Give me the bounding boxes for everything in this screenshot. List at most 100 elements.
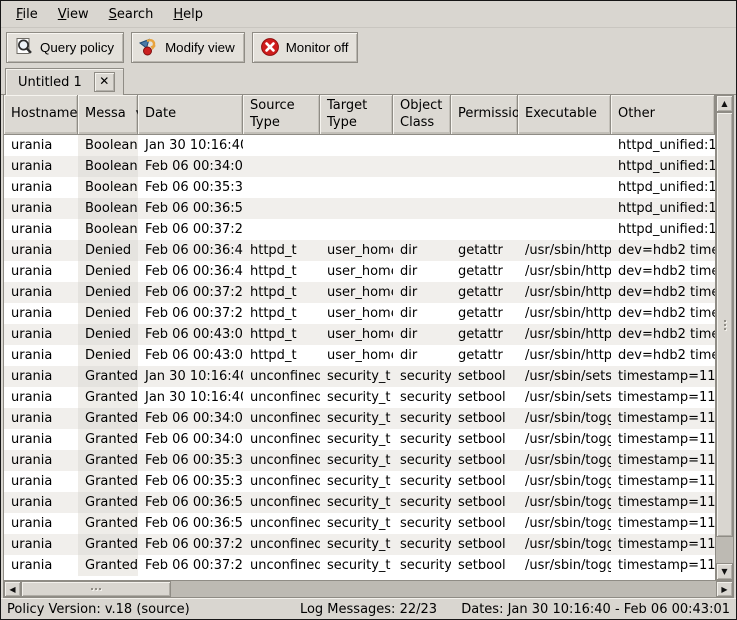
table-row[interactable]: uraniaGrantedJan 30 10:16:40unconfined_s…: [4, 387, 715, 408]
cell-message: Boolean: [78, 219, 138, 240]
horizontal-scroll-thumb[interactable]: [21, 581, 171, 597]
table-row[interactable]: uraniaGrantedFeb 06 00:34:01unconfined_s…: [4, 429, 715, 450]
cell-executable: [518, 156, 611, 177]
cell-hostname: urania: [4, 219, 78, 240]
cell-executable: /usr/sbin/toggle: [518, 429, 611, 450]
column-header-message[interactable]: Messa▼: [78, 95, 138, 135]
cell-message: Denied: [78, 261, 138, 282]
table-row[interactable]: uraniaDeniedFeb 06 00:37:27httpd_tuser_h…: [4, 282, 715, 303]
cell-message: Granted: [78, 450, 138, 471]
cell-target-type: user_home_: [320, 345, 393, 366]
tab-close-icon[interactable]: ✕: [94, 72, 115, 92]
table-row[interactable]: uraniaBooleanFeb 06 00:35:35httpd_unifie…: [4, 177, 715, 198]
cell-date: Feb 06 00:36:56: [138, 513, 243, 534]
cell-permission: setbool: [451, 492, 518, 513]
table-row[interactable]: uraniaGrantedFeb 06 00:35:35unconfined_s…: [4, 450, 715, 471]
menu-search[interactable]: Search: [100, 4, 163, 25]
table-row[interactable]: uraniaDeniedFeb 06 00:36:44httpd_tuser_h…: [4, 240, 715, 261]
table-row[interactable]: uraniaGrantedFeb 06 00:37:25unconfined_s…: [4, 534, 715, 555]
column-header-other[interactable]: Other: [611, 95, 715, 135]
cell-other: httpd_unified:1, h: [611, 156, 715, 177]
vertical-scroll-thumb[interactable]: [716, 112, 733, 537]
cell-permission: setbool: [451, 450, 518, 471]
cell-object-class: dir: [393, 303, 451, 324]
cell-source-type: httpd_t: [243, 324, 320, 345]
table-row[interactable]: uraniaDeniedFeb 06 00:36:44httpd_tuser_h…: [4, 261, 715, 282]
cell-message: Granted: [78, 492, 138, 513]
table-header: Hostname Messa▼ Date Source Type Target …: [4, 95, 715, 135]
cell-hostname: urania: [4, 429, 78, 450]
tab-bar: Untitled 1 ✕: [1, 66, 736, 95]
menu-bar: File View Search Help: [1, 1, 736, 28]
table-row[interactable]: uraniaDeniedFeb 06 00:43:01httpd_tuser_h…: [4, 324, 715, 345]
cell-source-type: unconfined_: [243, 429, 320, 450]
table-row[interactable]: uraniaDeniedFeb 06 00:37:27httpd_tuser_h…: [4, 303, 715, 324]
scroll-left-icon[interactable]: ◀: [4, 581, 21, 597]
cell-executable: /usr/sbin/toggle: [518, 408, 611, 429]
cell-object-class: security: [393, 387, 451, 408]
cell-other: dev=hdb2 timesta: [611, 261, 715, 282]
cell-target-type: [320, 219, 393, 240]
table-row[interactable]: uraniaGrantedFeb 06 00:35:35unconfined_s…: [4, 471, 715, 492]
table-row[interactable]: uraniaGrantedFeb 06 00:36:56unconfined_s…: [4, 492, 715, 513]
cell-executable: /usr/sbin/toggle: [518, 450, 611, 471]
menu-help[interactable]: Help: [164, 4, 212, 25]
cell-other: dev=hdb2 timesta: [611, 303, 715, 324]
column-header-date[interactable]: Date: [138, 95, 243, 135]
cell-executable: /usr/sbin/httpd: [518, 303, 611, 324]
table-row[interactable]: uraniaBooleanFeb 06 00:34:01httpd_unifie…: [4, 156, 715, 177]
monitor-off-button[interactable]: Monitor off: [252, 32, 359, 63]
cell-date: Feb 06 00:36:44: [138, 261, 243, 282]
table-row[interactable]: uraniaGrantedFeb 06 00:36:56unconfined_s…: [4, 513, 715, 534]
cell-date: Feb 06 00:34:01: [138, 156, 243, 177]
table-row[interactable]: uraniaDeniedFeb 06 00:43:01httpd_tuser_h…: [4, 345, 715, 366]
column-header-object-class[interactable]: Object Class: [393, 95, 451, 135]
cell-source-type: [243, 156, 320, 177]
cell-hostname: urania: [4, 345, 78, 366]
horizontal-scrollbar[interactable]: ◀ ▶: [4, 580, 733, 597]
cell-other: timestamp=11076: [611, 513, 715, 534]
table-row[interactable]: uraniaBooleanJan 30 10:16:40httpd_unifie…: [4, 135, 715, 156]
table-row[interactable]: uraniaBooleanFeb 06 00:36:56httpd_unifie…: [4, 198, 715, 219]
table-row[interactable]: uraniaGrantedFeb 06 00:37:25unconfined_s…: [4, 555, 715, 576]
scroll-up-icon[interactable]: ▲: [716, 95, 733, 112]
horizontal-scroll-track[interactable]: [21, 581, 716, 597]
cell-object-class: dir: [393, 240, 451, 261]
cell-target-type: security_t: [320, 408, 393, 429]
vertical-scrollbar[interactable]: ▲ ▼: [715, 95, 733, 580]
modify-view-button[interactable]: Modify view: [131, 32, 245, 63]
table-row[interactable]: uraniaBooleanFeb 06 00:37:25httpd_unifie…: [4, 219, 715, 240]
cell-message: Boolean: [78, 156, 138, 177]
cell-permission: [451, 219, 518, 240]
column-header-target-type[interactable]: Target Type: [320, 95, 393, 135]
log-table: Hostname Messa▼ Date Source Type Target …: [4, 95, 715, 580]
cell-date: Feb 06 00:35:35: [138, 177, 243, 198]
cell-executable: [518, 198, 611, 219]
table-row[interactable]: uraniaGrantedFeb 06 00:34:01unconfined_s…: [4, 408, 715, 429]
cell-permission: getattr: [451, 324, 518, 345]
column-header-hostname[interactable]: Hostname: [4, 95, 78, 135]
menu-file[interactable]: File: [7, 4, 47, 25]
cell-hostname: urania: [4, 282, 78, 303]
cell-executable: /usr/sbin/toggle: [518, 555, 611, 576]
scroll-right-icon[interactable]: ▶: [716, 581, 733, 597]
vertical-scroll-track[interactable]: [716, 112, 733, 563]
query-policy-button[interactable]: Query policy: [6, 32, 124, 63]
column-header-source-type[interactable]: Source Type: [243, 95, 320, 135]
cell-source-type: unconfined_: [243, 513, 320, 534]
cell-source-type: unconfined_: [243, 450, 320, 471]
cell-other: httpd_unified:1, h: [611, 177, 715, 198]
scroll-down-icon[interactable]: ▼: [716, 563, 733, 580]
cell-date: Jan 30 10:16:40: [138, 387, 243, 408]
column-header-permission[interactable]: Permission: [451, 95, 518, 135]
cell-permission: setbool: [451, 513, 518, 534]
cell-message: Denied: [78, 282, 138, 303]
cell-object-class: [393, 156, 451, 177]
cell-date: Feb 06 00:36:44: [138, 240, 243, 261]
column-header-executable[interactable]: Executable: [518, 95, 611, 135]
thumb-grip: [91, 588, 101, 590]
menu-view[interactable]: View: [49, 4, 98, 25]
cell-target-type: security_t: [320, 450, 393, 471]
tab-untitled-1[interactable]: Untitled 1 ✕: [5, 68, 124, 95]
table-row[interactable]: uraniaGrantedJan 30 10:16:40unconfined_s…: [4, 366, 715, 387]
